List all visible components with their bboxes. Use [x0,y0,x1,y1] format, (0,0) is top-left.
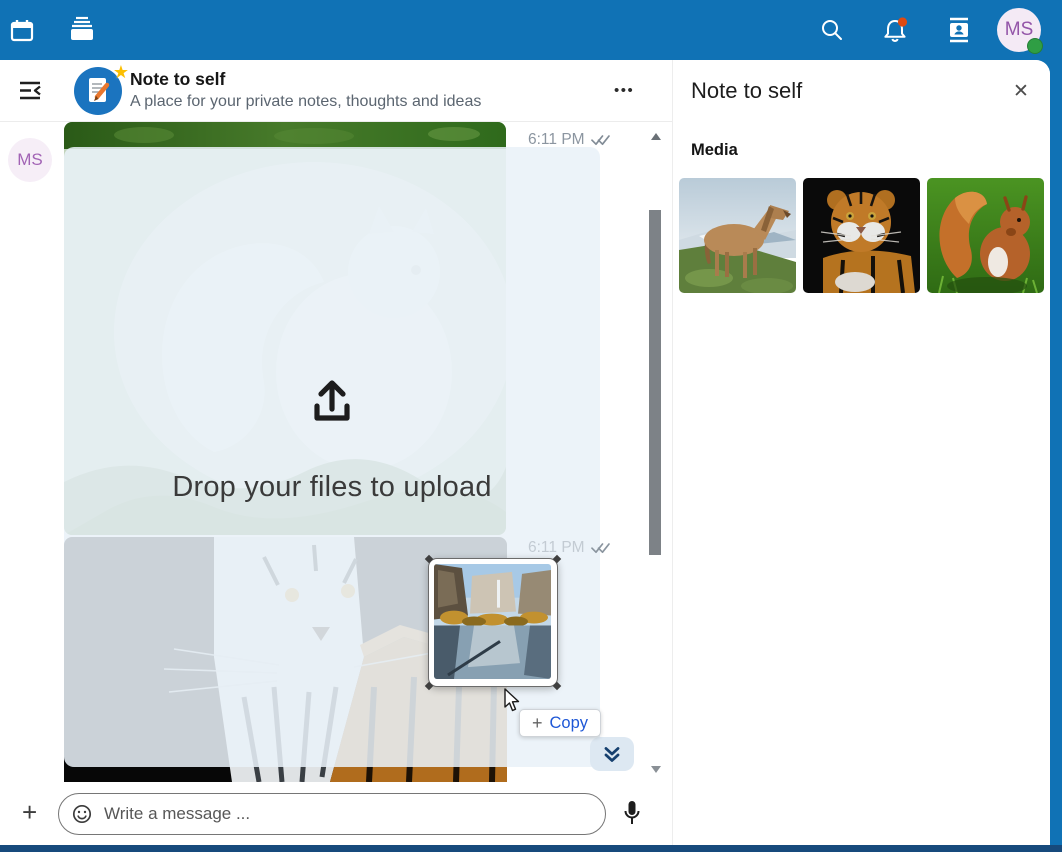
conversation-details-panel: Note to self ✕ Media [672,60,1050,845]
copy-label: Copy [550,714,589,733]
copy-drop-badge: + Copy [519,709,601,737]
search-icon[interactable] [820,18,844,42]
mouse-cursor-icon [503,688,523,712]
collapse-sidebar-button[interactable] [18,79,44,103]
conversation-avatar-ms[interactable]: MS [8,138,52,182]
media-thumbnail-tiger[interactable] [803,178,920,293]
inbox-tray-icon[interactable] [66,15,96,45]
chat-title: Note to self [130,69,225,90]
media-gallery [679,178,1044,293]
contacts-icon[interactable] [946,17,972,43]
more-options-icon[interactable]: ••• [614,82,634,99]
notifications-bell-icon[interactable] [881,15,909,45]
online-status-dot [1027,38,1043,54]
avatar-initials: MS [17,150,43,170]
message-meta: 6:11 PM [528,539,612,557]
emoji-picker-button[interactable] [72,804,92,824]
panel-title: Note to self [691,78,802,104]
chat-subtitle: A place for your private notes, thoughts… [130,93,481,111]
media-thumbnail-squirrel[interactable] [927,178,1044,293]
message-list: 6:11 PM [60,122,672,785]
chat-header: ★ Note to self A place for your private … [0,60,672,122]
read-receipt-icon [591,134,612,146]
calendar-icon[interactable] [8,17,36,45]
scrollbar-down-arrow[interactable] [651,766,661,773]
double-chevron-down-icon [601,746,623,763]
message-input[interactable] [102,803,605,825]
profile-avatar[interactable]: MS [997,8,1041,52]
chat-scrollbar-thumb[interactable] [649,210,661,555]
media-section-header: Media [691,141,738,160]
add-attachment-button[interactable]: + [22,798,37,826]
media-thumbnail-horse[interactable] [679,178,796,293]
app-window: MS [0,0,1062,852]
read-receipt-icon [591,542,612,554]
message-meta: 6:11 PM [528,131,612,149]
microphone-icon [622,799,642,829]
dragged-image-preview [428,558,558,687]
close-panel-button[interactable]: ✕ [1013,80,1029,103]
avatar-initials: MS [1005,19,1034,41]
scrollbar-up-arrow[interactable] [651,133,661,140]
scroll-to-bottom-button[interactable] [590,737,634,771]
lake-valley-photo [434,564,551,679]
message-input-field[interactable] [58,793,606,835]
smiley-icon [72,804,92,824]
voice-message-button[interactable] [622,799,642,834]
window-bottom-frame [0,845,1062,852]
star-favorite-icon: ★ [113,62,129,83]
main-content: ★ Note to self A place for your private … [0,60,1050,845]
upload-icon [305,375,359,429]
drop-overlay-text: Drop your files to upload [172,471,491,504]
notification-dot [898,17,907,26]
note-to-self-avatar[interactable]: ★ [74,67,122,115]
top-bar: MS [0,0,1062,60]
message-timestamp: 6:11 PM [528,131,585,149]
message-composer: + [0,785,672,845]
plus-icon: + [532,713,543,734]
